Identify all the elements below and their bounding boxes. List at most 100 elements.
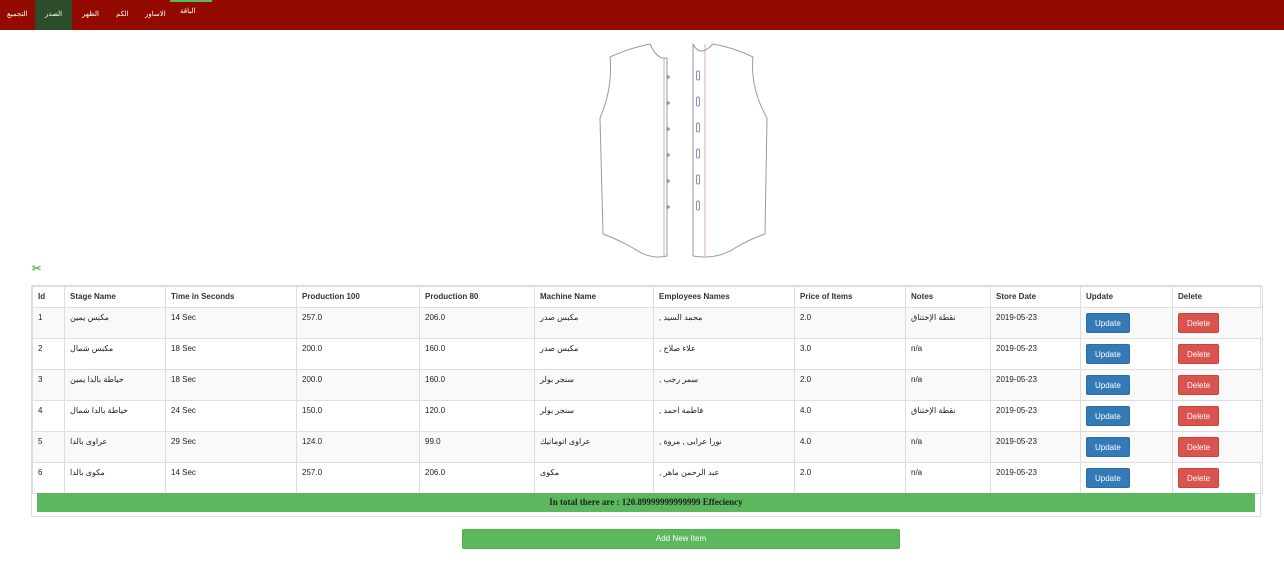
cell-time: 29 Sec xyxy=(165,431,297,463)
column-header: Update xyxy=(1080,286,1173,308)
cell-delete: Delete xyxy=(1172,431,1263,463)
cell-notes: نقطة الإختناق xyxy=(905,307,991,339)
table-row: 1 مكبس يمين 14 Sec 257.0 206.0 مكبس صدر … xyxy=(32,307,1263,339)
cell-time: 14 Sec xyxy=(165,462,297,494)
nav-item-cuffs[interactable]: الاساور xyxy=(143,0,168,30)
stages-table: Id Stage Name Time in Seconds Production… xyxy=(32,286,1263,494)
cell-production-80: 206.0 xyxy=(419,307,535,339)
table-row: 3 خياطة بالدا يمين 18 Sec 200.0 160.0 سن… xyxy=(32,369,1263,401)
cell-price: 3.0 xyxy=(794,338,906,370)
update-button[interactable]: Update xyxy=(1086,468,1130,488)
cell-delete: Delete xyxy=(1172,400,1263,432)
cell-delete: Delete xyxy=(1172,369,1263,401)
column-header: Time in Seconds xyxy=(165,286,297,308)
cell-store-date: 2019-05-23 xyxy=(990,338,1081,370)
cell-notes: n/a xyxy=(905,338,991,370)
column-header: Production 100 xyxy=(296,286,420,308)
cell-update: Update xyxy=(1080,400,1173,432)
nav-item-collar[interactable]: الياقة xyxy=(178,0,197,27)
cell-stage-name: مكوى بالدا xyxy=(64,462,166,494)
cell-production-100: 257.0 xyxy=(296,307,420,339)
cell-employees: سمر رجب , xyxy=(653,369,795,401)
cell-production-100: 200.0 xyxy=(296,369,420,401)
nav-item-back[interactable]: الظهر xyxy=(80,0,101,30)
delete-button[interactable]: Delete xyxy=(1178,375,1220,395)
delete-button[interactable]: Delete xyxy=(1178,313,1220,333)
column-header: Notes xyxy=(905,286,991,308)
cell-production-80: 160.0 xyxy=(419,369,535,401)
nav-item-chest[interactable]: الصدر xyxy=(35,0,72,30)
column-header: Price of Items xyxy=(794,286,906,308)
cell-delete: Delete xyxy=(1172,338,1263,370)
cell-production-100: 257.0 xyxy=(296,462,420,494)
cell-machine-name: عراوى اتوماتيك xyxy=(534,431,654,463)
cell-price: 2.0 xyxy=(794,369,906,401)
shirt-front-icon xyxy=(599,43,768,258)
cell-machine-name: سنجر بولر xyxy=(534,400,654,432)
cell-employees: نورا عرابى , مروة , xyxy=(653,431,795,463)
cell-employees: علاء صلاح , xyxy=(653,338,795,370)
cell-production-100: 124.0 xyxy=(296,431,420,463)
cell-notes: n/a xyxy=(905,431,991,463)
cell-machine-name: مكبس صدر xyxy=(534,338,654,370)
cell-notes: n/a xyxy=(905,369,991,401)
update-button[interactable]: Update xyxy=(1086,406,1130,426)
update-button[interactable]: Update xyxy=(1086,344,1130,364)
top-navbar: التجميع الصدر الظهر الكم الاساور الياقة xyxy=(0,0,1284,30)
column-header: Machine Name xyxy=(534,286,654,308)
efficiency-summary: In total there are : 120.89999999999999 … xyxy=(37,493,1255,512)
cell-id: 2 xyxy=(32,338,65,370)
column-header: Employees Names xyxy=(653,286,795,308)
cell-store-date: 2019-05-23 xyxy=(990,462,1081,494)
nav-item-sleeve[interactable]: الكم xyxy=(114,0,131,30)
cell-delete: Delete xyxy=(1172,462,1263,494)
delete-button[interactable]: Delete xyxy=(1178,437,1220,457)
update-button[interactable]: Update xyxy=(1086,375,1130,395)
cell-id: 5 xyxy=(32,431,65,463)
cell-production-80: 99.0 xyxy=(419,431,535,463)
table-row: 2 مكبس شمال 18 Sec 200.0 160.0 مكبس صدر … xyxy=(32,338,1263,370)
logo-icon: ✂ xyxy=(32,263,42,275)
update-button[interactable]: Update xyxy=(1086,313,1130,333)
stages-panel: Id Stage Name Time in Seconds Production… xyxy=(31,285,1263,517)
cell-price: 4.0 xyxy=(794,431,906,463)
column-header: Delete xyxy=(1172,286,1263,308)
delete-button[interactable]: Delete xyxy=(1178,406,1220,426)
table-row: 5 عراوى بالدا 29 Sec 124.0 99.0 عراوى ات… xyxy=(32,431,1263,463)
column-header: Id xyxy=(32,286,65,308)
cell-employees: فاطمة احمد , xyxy=(653,400,795,432)
column-header: Production 80 xyxy=(419,286,535,308)
cell-update: Update xyxy=(1080,462,1173,494)
cell-employees: عبد الرحمن ماهر , xyxy=(653,462,795,494)
cell-id: 1 xyxy=(32,307,65,339)
table-row: 6 مكوى بالدا 14 Sec 257.0 206.0 مكوى عبد… xyxy=(32,462,1263,494)
cell-update: Update xyxy=(1080,369,1173,401)
cell-delete: Delete xyxy=(1172,307,1263,339)
delete-button[interactable]: Delete xyxy=(1178,344,1220,364)
cell-store-date: 2019-05-23 xyxy=(990,369,1081,401)
cell-stage-name: مكبس يمين xyxy=(64,307,166,339)
cell-notes: نقطة الإختناق xyxy=(905,400,991,432)
cell-stage-name: خياطة بالدا يمين xyxy=(64,369,166,401)
column-header: Stage Name xyxy=(64,286,166,308)
cell-machine-name: مكوى xyxy=(534,462,654,494)
cell-id: 4 xyxy=(32,400,65,432)
cell-time: 18 Sec xyxy=(165,369,297,401)
cell-production-80: 160.0 xyxy=(419,338,535,370)
cell-stage-name: مكبس شمال xyxy=(64,338,166,370)
cell-store-date: 2019-05-23 xyxy=(990,400,1081,432)
cell-time: 18 Sec xyxy=(165,338,297,370)
cell-update: Update xyxy=(1080,338,1173,370)
cell-store-date: 2019-05-23 xyxy=(990,307,1081,339)
nav-item-assembly[interactable]: التجميع xyxy=(2,0,33,30)
cell-id: 3 xyxy=(32,369,65,401)
table-row: 4 خياطة بالدا شمال 24 Sec 150.0 120.0 سن… xyxy=(32,400,1263,432)
cell-time: 14 Sec xyxy=(165,307,297,339)
cell-stage-name: عراوى بالدا xyxy=(64,431,166,463)
add-new-item-button[interactable]: Add New Item xyxy=(462,529,900,549)
cell-machine-name: مكبس صدر xyxy=(534,307,654,339)
delete-button[interactable]: Delete xyxy=(1178,468,1220,488)
column-header: Store Date xyxy=(990,286,1081,308)
update-button[interactable]: Update xyxy=(1086,437,1130,457)
cell-production-100: 200.0 xyxy=(296,338,420,370)
